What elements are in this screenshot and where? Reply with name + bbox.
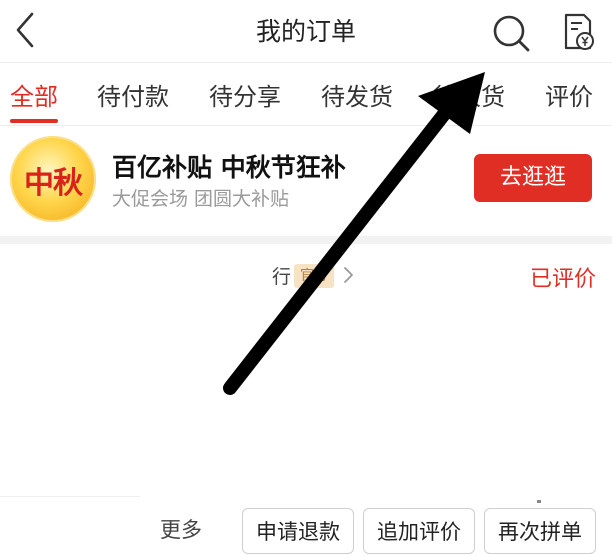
mid-autumn-logo: 中秋 — [10, 136, 96, 222]
divider — [0, 496, 140, 497]
go-shopping-button[interactable]: 去逛逛 — [474, 154, 592, 202]
search-icon — [493, 15, 530, 52]
tab-pending-payment[interactable]: 待付款 — [97, 77, 169, 112]
tab-pending-share[interactable]: 待分享 — [209, 77, 281, 112]
dot-mark — [537, 500, 541, 503]
official-badge: 官方 — [294, 264, 334, 288]
tab-review[interactable]: 评价 — [545, 77, 593, 112]
top-nav-bar: 我的订单 — [0, 0, 612, 63]
add-review-button[interactable]: 追加评价 — [363, 508, 475, 554]
tab-all[interactable]: 全部 — [10, 77, 58, 112]
shop-name[interactable]: 行 — [272, 262, 291, 289]
request-refund-button[interactable]: 申请退款 — [242, 508, 354, 554]
tab-pending-shipment[interactable]: 待发货 — [321, 77, 393, 112]
logo-text: 中秋 — [24, 166, 83, 201]
promo-banner[interactable]: 中秋 百亿补贴 中秋节狂补 大促会场 团圆大补贴 去逛逛 — [0, 126, 612, 236]
order-status: 已评价 — [529, 267, 596, 292]
reorder-button[interactable]: 再次拼单 — [484, 508, 596, 554]
bill-button[interactable] — [558, 12, 596, 52]
chevron-right-icon — [344, 267, 353, 283]
search-button[interactable] — [490, 12, 532, 54]
yen-bill-icon — [564, 13, 594, 50]
section-divider — [0, 236, 612, 244]
promo-subtitle: 大促会场 团圆大补贴 — [112, 188, 290, 210]
order-actions: 更多 申请退款 追加评价 再次拼单 — [0, 496, 612, 554]
order-status-tabs: 全部 待付款 待分享 待发货 待收货 评价 — [0, 63, 612, 126]
promo-title: 百亿补贴 中秋节狂补 — [112, 153, 346, 182]
more-button[interactable]: 更多 — [160, 514, 202, 544]
order-shop-row[interactable]: 行 官方 已评价 — [0, 250, 612, 298]
active-tab-indicator — [10, 119, 58, 123]
tab-pending-receipt[interactable]: 待收货 — [433, 77, 505, 112]
